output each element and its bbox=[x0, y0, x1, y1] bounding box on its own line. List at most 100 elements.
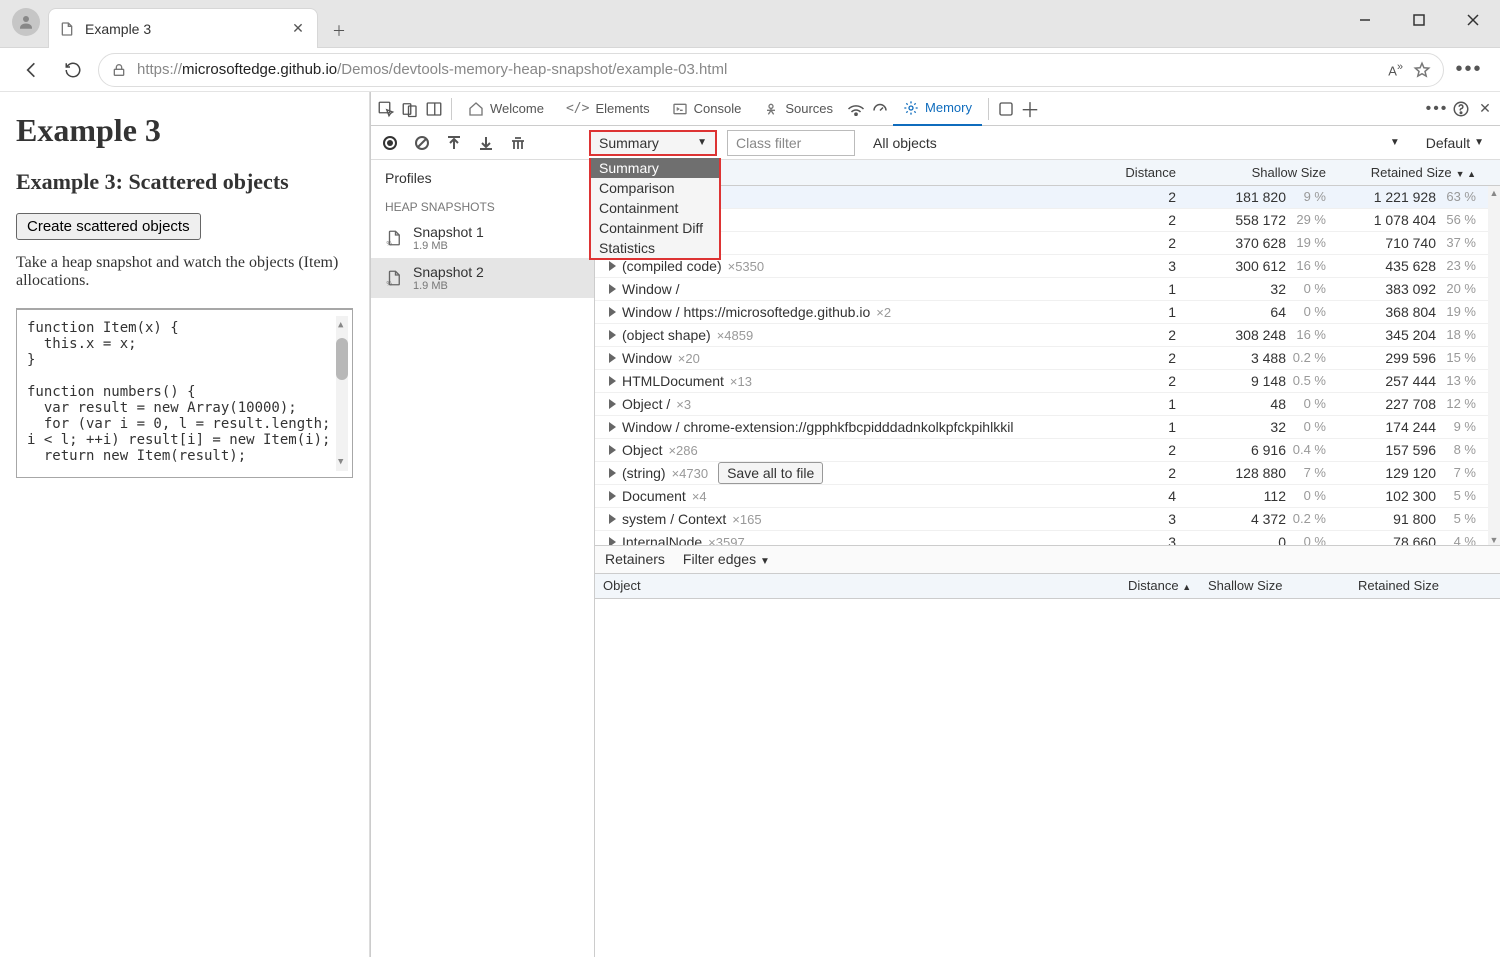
add-panel-button[interactable]: ＋ bbox=[1019, 98, 1041, 120]
expand-icon[interactable] bbox=[609, 514, 616, 524]
heap-row[interactable]: Window / https://microsoftedge.github.io… bbox=[595, 301, 1500, 324]
view-select-dropdown: SummaryComparisonContainmentContainment … bbox=[589, 158, 721, 260]
heap-row[interactable]: (object shape)×48592308 24816 %345 20418… bbox=[595, 324, 1500, 347]
devtools-more-icon[interactable]: ••• bbox=[1426, 98, 1448, 120]
ret-col-retained[interactable]: Retained Size bbox=[1350, 574, 1500, 598]
device-icon[interactable] bbox=[399, 98, 421, 120]
col-retained[interactable]: Retained Size▼ ▲ bbox=[1334, 165, 1484, 180]
heap-row[interactable]: system / Context×16534 3720.2 %91 8005 % bbox=[595, 508, 1500, 531]
expand-icon[interactable] bbox=[609, 376, 616, 386]
heap-row[interactable]: (compiled code)×53503300 61216 %435 6282… bbox=[595, 255, 1500, 278]
distance-value: 1 bbox=[1104, 281, 1184, 297]
close-devtools-icon[interactable]: ✕ bbox=[1474, 98, 1496, 120]
view-option[interactable]: Summary bbox=[591, 158, 719, 178]
gc-icon[interactable] bbox=[507, 132, 529, 154]
panel-icon[interactable] bbox=[995, 98, 1017, 120]
expand-icon[interactable] bbox=[609, 422, 616, 432]
expand-icon[interactable] bbox=[609, 261, 616, 271]
heap-row[interactable]: (string)×4730Save all to file2128 8807 %… bbox=[595, 462, 1500, 485]
code-scrollbar[interactable]: ▲▼ bbox=[336, 316, 348, 471]
close-tab-icon[interactable]: ✕ bbox=[289, 20, 307, 38]
snapshot-item[interactable]: %Snapshot 21.9 MB bbox=[371, 258, 594, 298]
url-box[interactable]: https://microsoftedge.github.io/Demos/de… bbox=[98, 53, 1444, 87]
expand-icon[interactable] bbox=[609, 399, 616, 409]
shallow-size: 370 628 bbox=[1235, 235, 1286, 251]
heap-row[interactable]: Window / chrome-extension://gpphkfbcpidd… bbox=[595, 416, 1500, 439]
heap-row[interactable]: InternalNode×3597300 %78 6604 % bbox=[595, 531, 1500, 545]
constructor-name: (string) bbox=[622, 465, 666, 481]
default-select[interactable]: Default▼ bbox=[1418, 135, 1492, 151]
heap-row[interactable]: Window /1320 %383 09220 % bbox=[595, 278, 1500, 301]
expand-icon[interactable] bbox=[609, 330, 616, 340]
view-option[interactable]: Containment bbox=[591, 198, 719, 218]
heap-row[interactable]: Window×2023 4880.2 %299 59615 % bbox=[595, 347, 1500, 370]
shallow-pct: 16 % bbox=[1292, 327, 1326, 343]
refresh-button[interactable] bbox=[56, 53, 90, 87]
col-distance[interactable]: Distance bbox=[1104, 165, 1184, 180]
snapshot-icon: % bbox=[385, 268, 403, 288]
more-menu-button[interactable]: ••• bbox=[1452, 53, 1486, 87]
retainers-toolbar: Retainers Filter edges ▼ bbox=[595, 545, 1500, 573]
expand-icon[interactable] bbox=[609, 284, 616, 294]
all-objects-select[interactable]: All objects▼ bbox=[865, 130, 1408, 156]
view-option[interactable]: Statistics bbox=[591, 238, 719, 258]
heap-row[interactable]: 2370 62819 %710 74037 % bbox=[595, 232, 1500, 255]
ret-col-distance[interactable]: Distance ▲ bbox=[1120, 574, 1200, 598]
expand-icon[interactable] bbox=[609, 537, 616, 545]
filter-edges-select[interactable]: Filter edges ▼ bbox=[683, 551, 770, 567]
back-button[interactable] bbox=[14, 53, 48, 87]
instance-count: ×2 bbox=[876, 305, 891, 320]
browser-tab[interactable]: Example 3 ✕ bbox=[48, 8, 318, 48]
favorite-icon[interactable] bbox=[1413, 61, 1431, 79]
class-filter-input[interactable]: Class filter bbox=[727, 130, 855, 156]
expand-icon[interactable] bbox=[609, 468, 616, 478]
save-all-button[interactable]: Save all to file bbox=[718, 462, 823, 484]
heap-snapshots-section: HEAP SNAPSHOTS bbox=[371, 196, 594, 218]
tab-welcome[interactable]: Welcome bbox=[458, 92, 554, 126]
ret-col-object[interactable]: Object bbox=[595, 574, 1120, 598]
close-window-button[interactable] bbox=[1446, 0, 1500, 40]
view-select[interactable]: Summary▼ SummaryComparisonContainmentCon… bbox=[589, 130, 717, 156]
help-icon[interactable] bbox=[1450, 98, 1472, 120]
minimize-button[interactable] bbox=[1338, 0, 1392, 40]
profile-avatar[interactable] bbox=[12, 8, 40, 36]
dock-icon[interactable] bbox=[423, 98, 445, 120]
heap-row[interactable]: Document×441120 %102 3005 % bbox=[595, 485, 1500, 508]
heap-row[interactable]: 2558 17229 %1 078 40456 % bbox=[595, 209, 1500, 232]
read-aloud-icon[interactable]: A» bbox=[1388, 61, 1403, 78]
ret-col-shallow[interactable]: Shallow Size bbox=[1200, 574, 1350, 598]
shallow-pct: 0.2 % bbox=[1292, 511, 1326, 527]
expand-icon[interactable] bbox=[609, 353, 616, 363]
create-objects-button[interactable]: Create scattered objects bbox=[16, 213, 201, 240]
expand-icon[interactable] bbox=[609, 491, 616, 501]
view-option[interactable]: Comparison bbox=[591, 178, 719, 198]
save-icon[interactable] bbox=[475, 132, 497, 154]
col-shallow[interactable]: Shallow Size bbox=[1184, 165, 1334, 180]
view-option[interactable]: Containment Diff bbox=[591, 218, 719, 238]
tab-console[interactable]: Console bbox=[662, 92, 752, 126]
maximize-button[interactable] bbox=[1392, 0, 1446, 40]
heap-scrollbar[interactable]: ▲▼ bbox=[1488, 186, 1500, 545]
retained-size: 710 740 bbox=[1385, 235, 1436, 251]
load-icon[interactable] bbox=[443, 132, 465, 154]
expand-icon[interactable] bbox=[609, 307, 616, 317]
tab-sources[interactable]: Sources bbox=[753, 92, 843, 126]
new-tab-button[interactable]: ＋ bbox=[326, 18, 352, 44]
svg-text:%: % bbox=[387, 282, 393, 288]
expand-icon[interactable] bbox=[609, 445, 616, 455]
heap-row[interactable]: 2181 8209 %1 221 92863 % bbox=[595, 186, 1500, 209]
heap-row[interactable]: HTMLDocument×1329 1480.5 %257 44413 % bbox=[595, 370, 1500, 393]
tab-memory[interactable]: Memory bbox=[893, 92, 982, 126]
performance-icon[interactable] bbox=[869, 98, 891, 120]
retained-pct: 56 % bbox=[1442, 212, 1476, 228]
tab-elements[interactable]: </>Elements bbox=[556, 92, 660, 126]
snapshot-item[interactable]: %Snapshot 11.9 MB bbox=[371, 218, 594, 258]
heap-rows[interactable]: 2181 8209 %1 221 92863 %2558 17229 %1 07… bbox=[595, 186, 1500, 545]
inspect-icon[interactable] bbox=[375, 98, 397, 120]
heap-row[interactable]: Object /×31480 %227 70812 % bbox=[595, 393, 1500, 416]
code-snippet[interactable]: function Item(x) { this.x = x; } functio… bbox=[16, 308, 353, 478]
heap-row[interactable]: Object×28626 9160.4 %157 5968 % bbox=[595, 439, 1500, 462]
record-icon[interactable] bbox=[379, 132, 401, 154]
network-icon[interactable] bbox=[845, 98, 867, 120]
clear-icon[interactable] bbox=[411, 132, 433, 154]
